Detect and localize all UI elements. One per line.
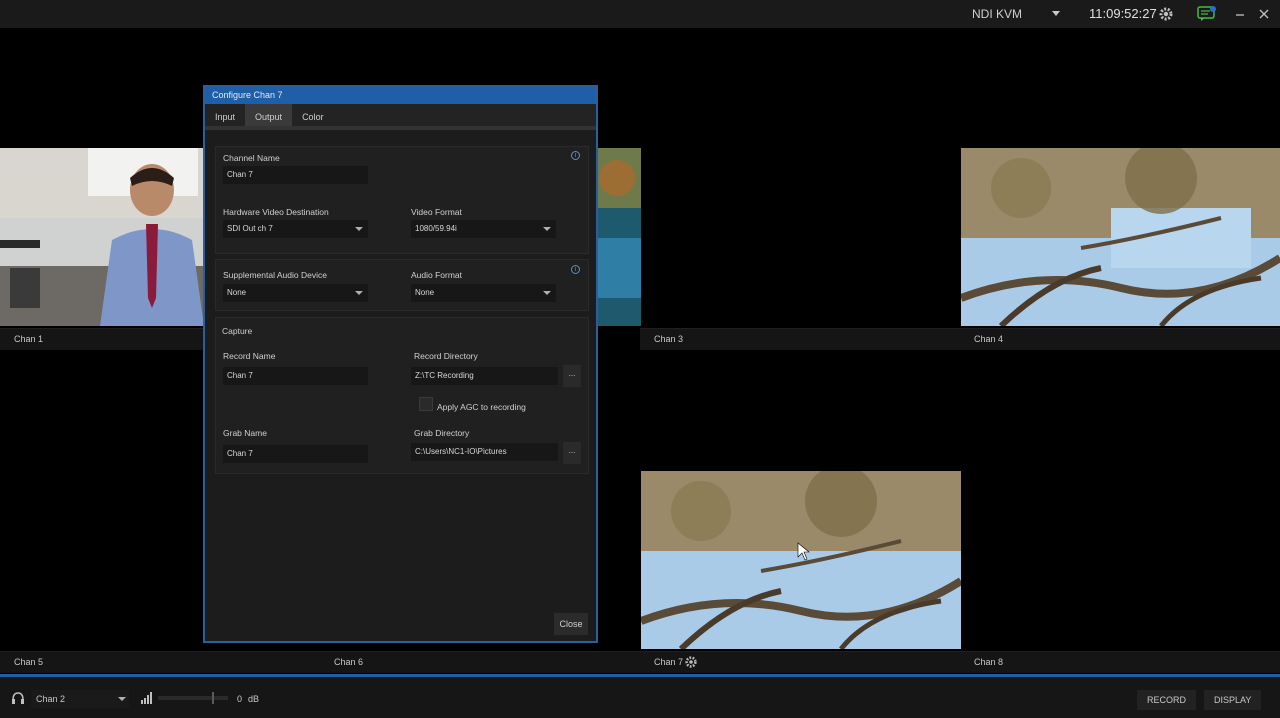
chan-4-preview[interactable] [961,148,1280,326]
grab-directory-browse-button[interactable]: ... [563,442,581,464]
channel-label-bar: Chan 8 [960,651,1280,673]
supp-audio-value: None [227,288,247,297]
supp-audio-label: Supplemental Audio Device [223,270,327,280]
record-name-field[interactable]: Chan 7 [223,367,368,385]
channel-label: Chan 3 [654,334,684,344]
volume-slider[interactable] [158,692,228,704]
hw-dest-label: Hardware Video Destination [223,207,329,217]
display-button[interactable]: DISPLAY [1204,690,1262,710]
hw-dest-value: SDI Out ch 7 [227,224,273,233]
chevron-down-icon [543,227,551,231]
channel-label-bar: Chan 4 [960,328,1280,350]
tab-input[interactable]: Input [205,104,245,126]
chevron-down-icon [118,697,126,701]
channel-name-field[interactable]: Chan 7 [223,166,368,184]
volume-value: 0 [237,694,243,704]
channel-label: Chan 1 [14,334,44,344]
video-format-value: 1080/59.94i [415,224,457,233]
channel-label: Chan 8 [974,657,1004,667]
output-section: Channel Name i Chan 7 Hardware Video Des… [215,146,589,254]
channel-name-label: Channel Name [223,153,280,163]
timecode-clock: 11:09:52:27 [1089,6,1157,21]
agc-checkbox[interactable] [419,397,433,411]
gear-icon[interactable] [684,655,698,671]
record-directory-browse-button[interactable]: ... [563,365,581,387]
capture-section: Capture Record Name Chan 7 Record Direct… [215,317,589,474]
chevron-down-icon [355,291,363,295]
ndi-kvm-dropdown[interactable]: NDI KVM [966,4,1066,24]
chan-2-preview[interactable] [597,148,641,326]
chevron-down-icon [355,227,363,231]
channel-label-bar: Chan 5 [0,651,320,673]
signal-level-icon [141,692,153,707]
notifications-icon[interactable] [1197,4,1217,24]
chan-7-preview[interactable] [641,471,961,649]
tab-color[interactable]: Color [292,104,334,126]
audio-source-value: Chan 2 [36,694,66,704]
channel-label-bar: Chan 7 [640,651,960,673]
chan-1-preview[interactable] [0,148,204,326]
audio-format-select[interactable]: None [411,284,556,302]
channel-label: Chan 7 [654,657,684,667]
supp-audio-select[interactable]: None [223,284,368,302]
gear-icon[interactable] [1156,4,1176,24]
record-name-label: Record Name [223,351,276,361]
headphones-icon [11,691,25,708]
dialog-tabs: Input Output Color [205,104,596,130]
chevron-down-icon [543,291,551,295]
channel-label-bar: Chan 6 [320,651,640,673]
channel-label-bar: Chan 3 [640,328,960,350]
close-button[interactable]: Close [554,613,588,635]
record-directory-label: Record Directory [414,351,478,361]
grab-directory-label: Grab Directory [414,428,470,438]
chevron-down-icon [1052,11,1060,16]
top-bar: NDI KVM 11:09:52:27 [0,0,1280,28]
channel-label: Chan 6 [334,657,364,667]
tab-output[interactable]: Output [245,104,293,126]
video-format-label: Video Format [411,207,462,217]
bottom-bar: Chan 2 0 dB RECORD DISPLAY [0,674,1280,718]
volume-unit: dB [248,694,260,704]
close-icon[interactable] [1254,4,1274,24]
configure-channel-dialog: Configure Chan 7 Input Output Color Chan… [203,85,598,643]
record-button[interactable]: RECORD [1137,690,1197,710]
channel-label: Chan 4 [974,334,1004,344]
audio-source-select[interactable]: Chan 2 [31,690,129,708]
audio-format-label: Audio Format [411,270,463,280]
info-icon[interactable]: i [571,151,580,160]
record-directory-field[interactable]: Z:\TC Recording [411,367,558,385]
grab-directory-field[interactable]: C:\Users\NC1-IO\Pictures [411,443,558,461]
grab-name-field[interactable]: Chan 7 [223,445,368,463]
capture-heading: Capture [222,326,253,336]
agc-label: Apply AGC to recording [437,402,526,412]
dialog-title: Configure Chan 7 [205,87,596,104]
hw-dest-select[interactable]: SDI Out ch 7 [223,220,368,238]
minimize-icon[interactable] [1230,4,1250,24]
audio-section: Supplemental Audio Device i None Audio F… [215,259,589,311]
grab-name-label: Grab Name [223,428,267,438]
video-format-select[interactable]: 1080/59.94i [411,220,556,238]
volume-slider-handle[interactable] [212,692,214,704]
ndi-kvm-label: NDI KVM [972,7,1023,21]
info-icon[interactable]: i [571,265,580,274]
channel-label: Chan 5 [14,657,44,667]
chan-3-preview[interactable] [641,148,961,326]
audio-format-value: None [415,288,435,297]
